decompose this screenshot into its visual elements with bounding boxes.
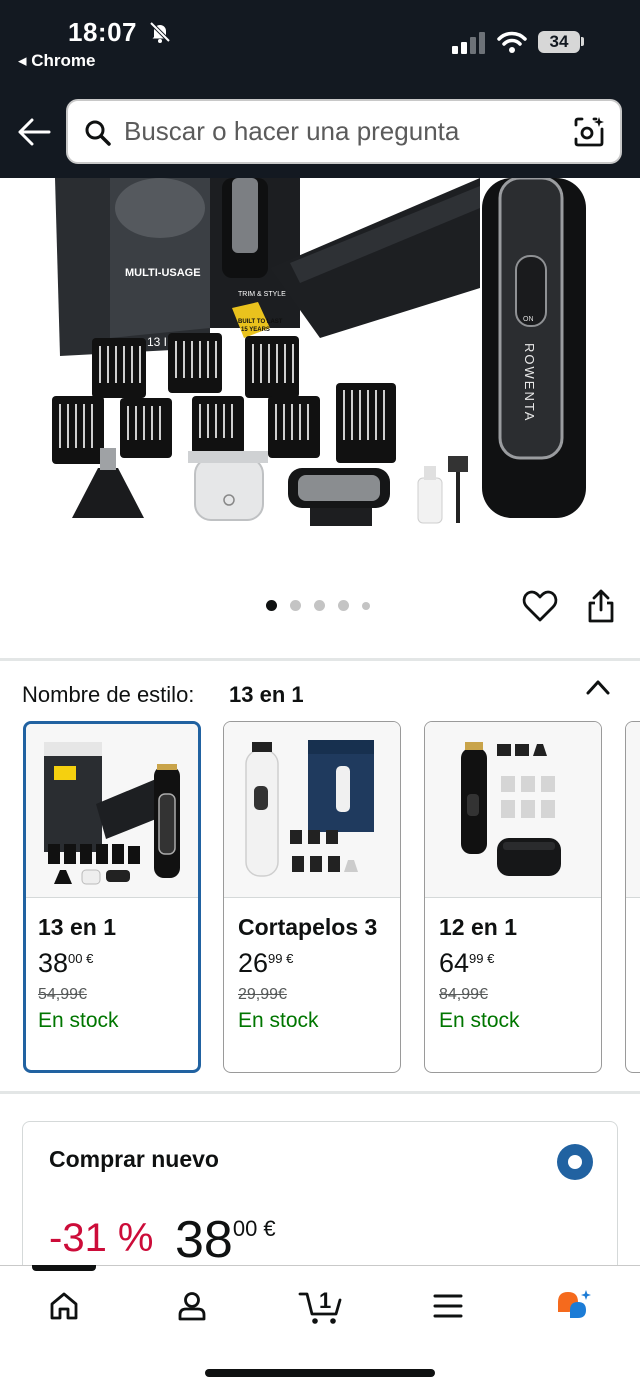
trimmer-switch-label: ON bbox=[523, 316, 534, 323]
radio-selected-icon[interactable] bbox=[557, 1144, 593, 1180]
bell-muted-icon bbox=[149, 21, 171, 43]
variant-card[interactable]: 12 en 1 6499 € 84,99€ En stock bbox=[424, 721, 602, 1073]
price-fraction: 00 € bbox=[232, 1216, 276, 1241]
product-image[interactable]: MULTI-USAGE 13 IN TRIM & STYLE BUILT TO … bbox=[0, 178, 640, 578]
badge-text-built: BUILT TO LAST bbox=[238, 319, 283, 325]
style-value: 13 en 1 bbox=[229, 682, 304, 707]
account-icon bbox=[178, 1292, 206, 1321]
price-whole: 26 bbox=[238, 948, 269, 978]
search-icon bbox=[85, 120, 111, 146]
price-fraction: 00 € bbox=[68, 951, 94, 966]
battery-tip bbox=[581, 37, 584, 46]
nav-home[interactable] bbox=[40, 1286, 88, 1326]
trimmer-brand-text: ROWENTA bbox=[522, 343, 537, 422]
menu-icon bbox=[433, 1294, 463, 1318]
nav-menu[interactable] bbox=[424, 1286, 472, 1326]
home-icon bbox=[50, 1292, 78, 1320]
home-indicator-bar bbox=[205, 1369, 435, 1377]
section-divider bbox=[0, 1091, 640, 1094]
pagination-dot[interactable] bbox=[314, 600, 325, 611]
style-label: Nombre de estilo: bbox=[22, 682, 195, 707]
variant-carousel[interactable]: 13 en 1 3800 € 54,99€ En stock Cortapelo… bbox=[0, 721, 640, 1075]
variant-price: 3800 € bbox=[38, 948, 93, 979]
camera-search-icon[interactable] bbox=[572, 115, 606, 149]
pagination-dot[interactable] bbox=[266, 600, 277, 611]
variant-price: 2699 € bbox=[238, 948, 293, 979]
discount-percentage: -31 % bbox=[49, 1216, 154, 1260]
signal-icon bbox=[452, 32, 485, 54]
battery-indicator: 34 bbox=[538, 31, 580, 53]
status-time: 18:07 bbox=[68, 17, 137, 47]
variant-card[interactable] bbox=[625, 721, 640, 1073]
share-icon[interactable] bbox=[586, 588, 616, 624]
box-text-multi: MULTI-USAGE bbox=[125, 267, 201, 279]
variant-name: 12 en 1 bbox=[439, 914, 517, 940]
variant-stock: En stock bbox=[439, 1009, 520, 1032]
buy-new-title: Comprar nuevo bbox=[49, 1146, 219, 1172]
image-pagination[interactable] bbox=[266, 600, 370, 611]
nav-cart[interactable]: 1 bbox=[296, 1286, 346, 1326]
nav-account[interactable] bbox=[168, 1286, 216, 1326]
product-photo: MULTI-USAGE 13 IN TRIM & STYLE BUILT TO … bbox=[52, 178, 586, 526]
section-divider bbox=[0, 658, 640, 661]
variant-stock: En stock bbox=[238, 1009, 319, 1032]
wifi-icon bbox=[497, 31, 527, 53]
variant-price: 6499 € bbox=[439, 948, 494, 979]
search-input[interactable] bbox=[124, 101, 554, 162]
assistant-icon bbox=[558, 1290, 591, 1318]
price-fraction: 99 € bbox=[268, 951, 294, 966]
variant-image bbox=[425, 722, 601, 898]
variant-stock: En stock bbox=[38, 1009, 119, 1032]
back-arrow-icon[interactable] bbox=[16, 116, 52, 148]
heart-icon[interactable] bbox=[522, 589, 558, 623]
variant-name: 13 en 1 bbox=[38, 914, 116, 940]
pagination-dot[interactable] bbox=[290, 600, 301, 611]
variant-old-price: 54,99€ bbox=[38, 986, 87, 1003]
pagination-dot[interactable] bbox=[362, 601, 370, 610]
price-whole: 64 bbox=[439, 948, 470, 978]
nav-assistant[interactable] bbox=[550, 1286, 598, 1326]
variant-image bbox=[626, 722, 640, 898]
variant-card[interactable]: 13 en 1 3800 € 54,99€ En stock bbox=[23, 721, 201, 1073]
box-text-trim: TRIM & STYLE bbox=[238, 291, 286, 298]
price-fraction: 99 € bbox=[469, 951, 495, 966]
chevron-up-icon[interactable] bbox=[585, 676, 611, 698]
variant-name: Cortapelos 3 bbox=[238, 914, 378, 940]
pagination-dot[interactable] bbox=[338, 600, 349, 611]
bottom-navigation: 1 bbox=[0, 1265, 640, 1387]
variant-card[interactable]: Cortapelos 3 2699 € 29,99€ En stock bbox=[223, 721, 401, 1073]
badge-text-years: 15 YEARS bbox=[241, 327, 270, 333]
price-whole: 38 bbox=[175, 1211, 233, 1269]
variant-image bbox=[224, 722, 400, 898]
cart-icon: 1 bbox=[298, 1288, 342, 1324]
active-tab-indicator bbox=[32, 1265, 96, 1271]
search-bar[interactable] bbox=[66, 99, 622, 164]
variant-old-price: 29,99€ bbox=[238, 986, 287, 1003]
price-whole: 38 bbox=[38, 948, 69, 978]
variant-image bbox=[26, 724, 198, 898]
back-to-app-link[interactable]: ◂ Chrome bbox=[18, 51, 96, 71]
current-price: 3800 € bbox=[175, 1210, 276, 1270]
variant-old-price: 84,99€ bbox=[439, 986, 488, 1003]
top-header: 18:07 ◂ Chrome 34 bbox=[0, 0, 640, 178]
cart-count: 1 bbox=[319, 1288, 331, 1313]
